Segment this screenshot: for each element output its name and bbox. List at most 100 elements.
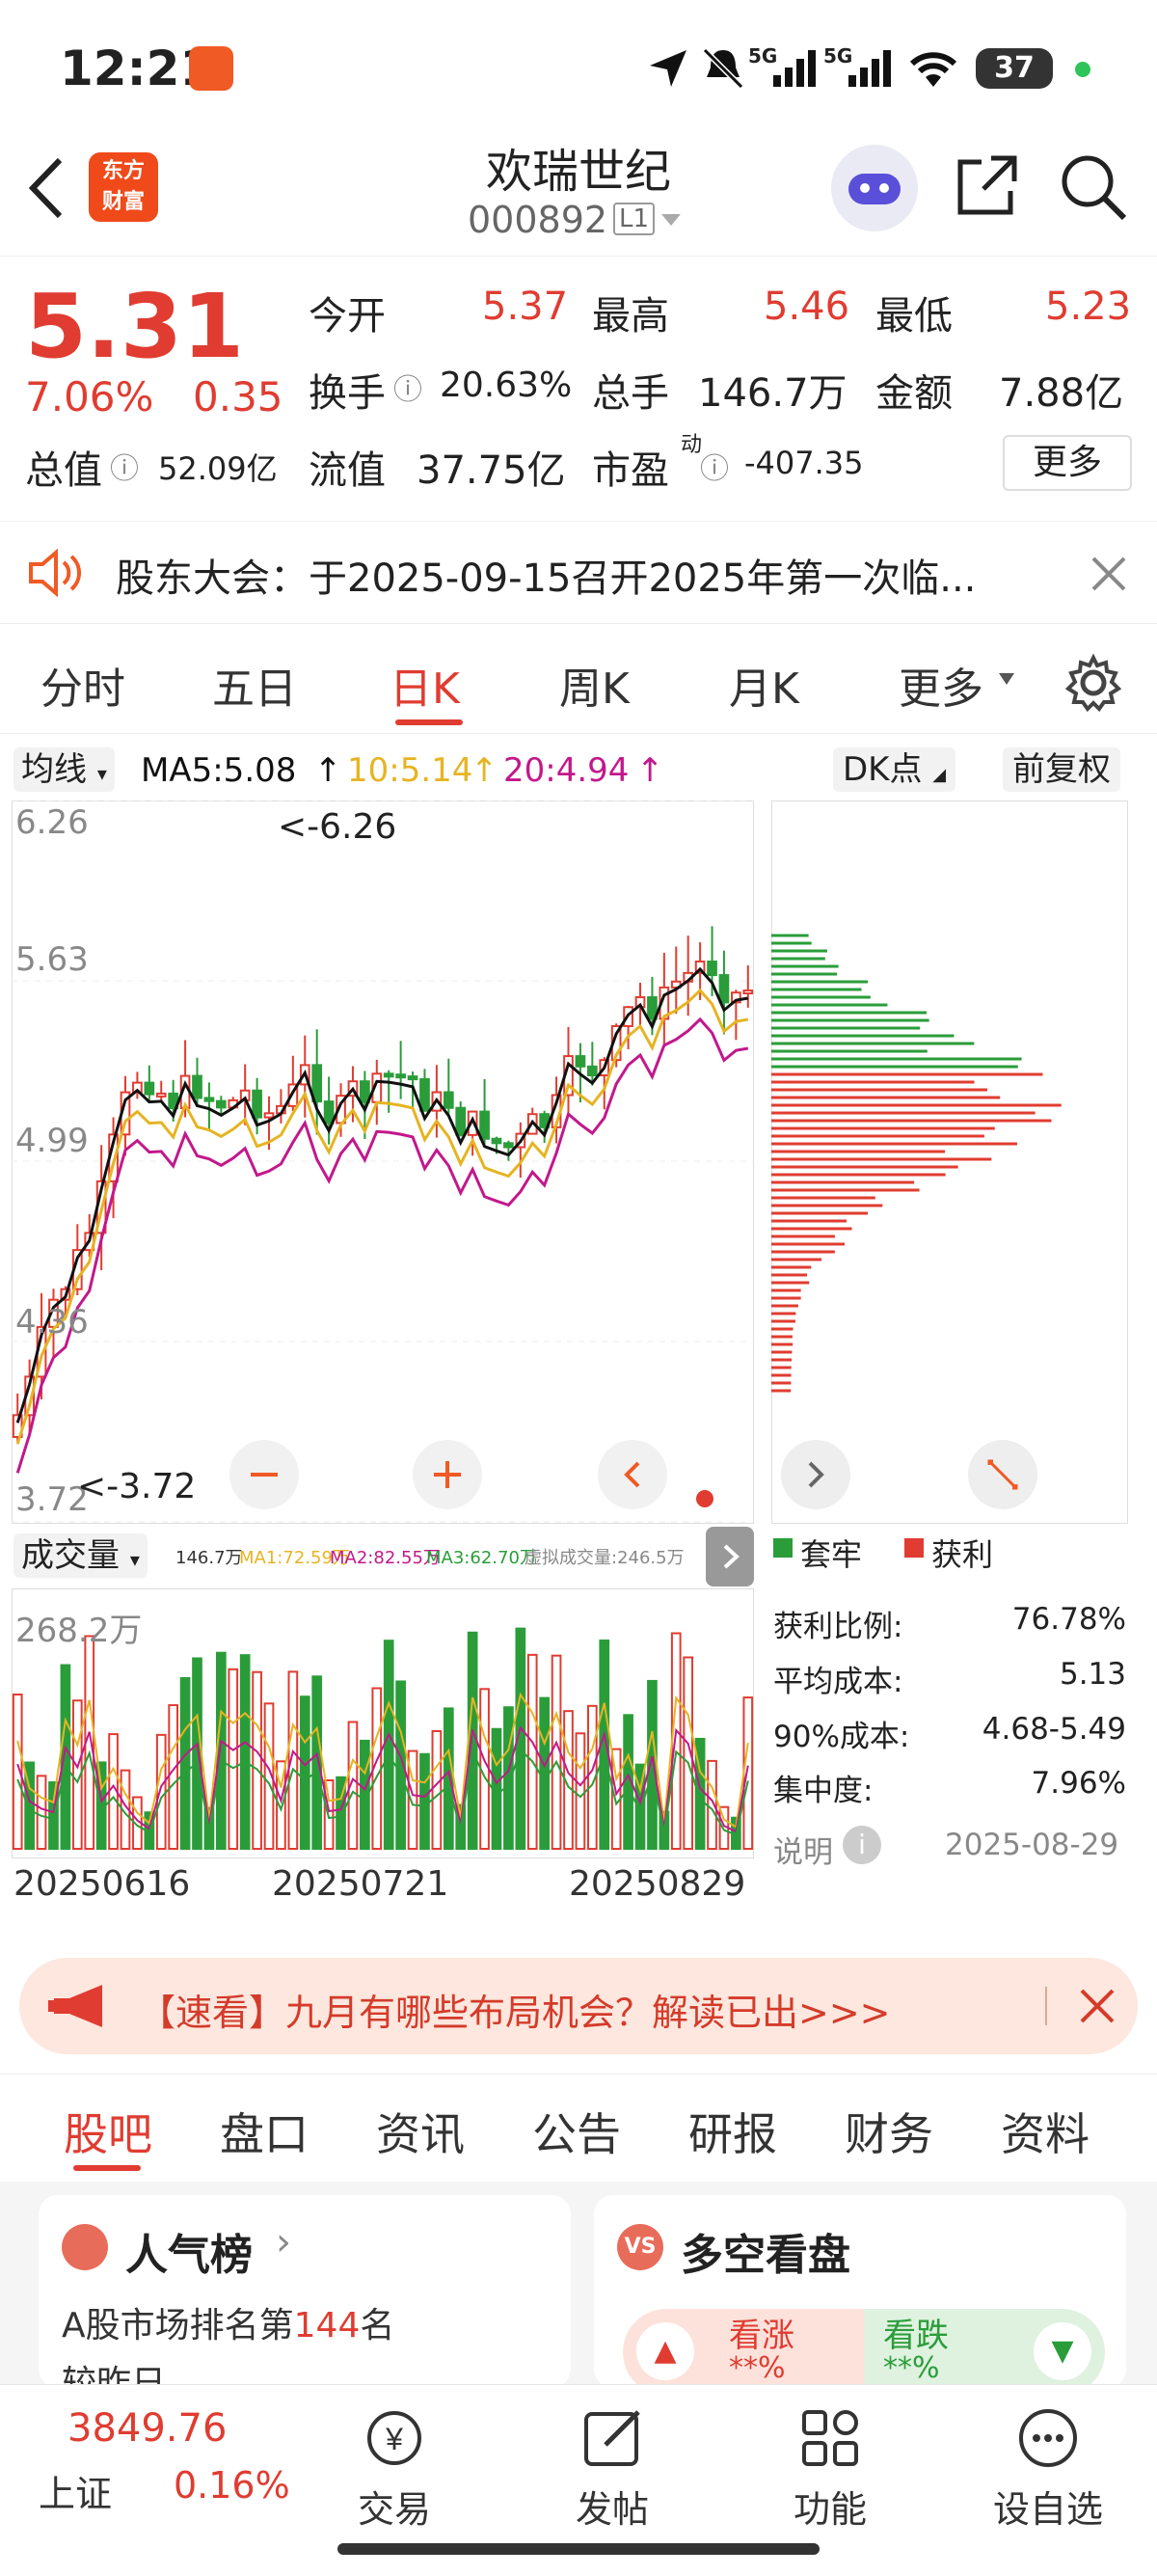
amount-label: 金额: [875, 371, 953, 416]
bottom-nav: 3849.76 上证 0.16% ¥ 交易 发帖 功能 设自选: [0, 2384, 1157, 2576]
promo-banner[interactable]: 【速看】九月有哪些布局机会？解读已出>>>: [19, 1958, 1138, 2054]
candle: [479, 1110, 490, 1140]
volume-legend-virtual: 虚拟成交量:246.5万: [525, 1548, 685, 1568]
signal-icon-2: [848, 50, 891, 87]
tab-weekly-k[interactable]: 周K: [559, 654, 630, 716]
nav-functions[interactable]: 功能: [758, 2404, 902, 2533]
chevron-right-icon: [723, 1544, 740, 1569]
info-icon[interactable]: ⓘ: [393, 366, 422, 408]
more-button[interactable]: 更多: [1003, 435, 1132, 491]
volume-selector[interactable]: 成交量 ▾: [13, 1533, 148, 1578]
volume-bar: [575, 1732, 586, 1850]
chip-expand-button[interactable]: [968, 1440, 1037, 1509]
popularity-card[interactable]: 人气榜 › A股市场排名第144名 较昨日: [39, 2195, 571, 2388]
home-indicator: [337, 2543, 820, 2555]
ma-selector-label: 均线: [21, 750, 87, 789]
nav-add-watchlist[interactable]: 设自选: [976, 2404, 1120, 2533]
open-value: 5.37: [482, 285, 569, 329]
tab-five-day[interactable]: 五日: [212, 654, 297, 716]
notice-bar[interactable]: 股东大会：于2025-09-15召开2025年第一次临...: [0, 521, 1157, 624]
ma5-legend: MA5:5.08: [141, 751, 297, 790]
chip-row-label: 获利比例:: [773, 1610, 903, 1644]
candle: [263, 1112, 275, 1119]
volume-bar: [299, 1695, 310, 1850]
close-icon[interactable]: [1090, 555, 1128, 593]
banner-text: 【速看】九月有哪些布局机会？解读已出>>>: [139, 1992, 891, 2034]
zoom-out-button[interactable]: [229, 1440, 299, 1509]
content-tabs: 股吧 盘口 资讯 公告 研报 财务 资料: [0, 2074, 1157, 2181]
tab-stock-forum[interactable]: 股吧: [64, 2100, 152, 2163]
scroll-left-button[interactable]: [598, 1440, 667, 1509]
tab-news[interactable]: 资讯: [376, 2100, 465, 2163]
tab-announcements[interactable]: 公告: [532, 2100, 621, 2163]
tab-monthly-k[interactable]: 月K: [729, 654, 799, 716]
dk-point-label: DK点: [843, 750, 923, 789]
ma-selector[interactable]: 均线 ▾: [13, 747, 115, 792]
ai-assistant-avatar[interactable]: [831, 145, 918, 231]
volume-bar: [215, 1651, 227, 1850]
sentiment-card[interactable]: VS 多空看盘 ▲ 看涨 **% 看跌 **% ▼: [594, 2195, 1126, 2388]
chip-row-label: 集中度:: [773, 1774, 874, 1808]
volume-bar: [239, 1654, 251, 1850]
chip-prev-button[interactable]: [781, 1440, 850, 1509]
index-name[interactable]: 上证: [39, 2464, 112, 2517]
bear-percent: **%: [883, 2351, 940, 2385]
tab-order-book[interactable]: 盘口: [220, 2100, 309, 2163]
settings-gear-icon[interactable]: [1064, 654, 1122, 712]
adjust-button[interactable]: 前复权: [1003, 747, 1120, 792]
tab-profile[interactable]: 资料: [1001, 2100, 1090, 2163]
nav-trade[interactable]: ¥ 交易: [322, 2404, 467, 2533]
candle: [707, 960, 717, 977]
camera-indicator: [1075, 62, 1090, 77]
volume-value: 146.7万: [698, 371, 848, 416]
info-icon[interactable]: ⓘ: [700, 445, 729, 487]
tab-daily-k[interactable]: 日K: [390, 654, 460, 716]
volume-legend-ma2: MA2:82.55万: [330, 1548, 441, 1568]
chip-row-label: 90%成本:: [773, 1720, 910, 1754]
bull-button[interactable]: ▲ 看涨 **%: [623, 2309, 864, 2388]
info-icon[interactable]: i: [843, 1826, 881, 1864]
kline-chart-area: 均线 ▾ MA5:5.08 ↑ 10:5.14 ↑ 20:4.94 ↑ DK点 …: [0, 738, 1157, 1939]
volume-legend-vol: 146.7万: [175, 1548, 243, 1568]
dk-point-button[interactable]: DK点 ◢: [833, 747, 956, 792]
high-label: 最高: [592, 294, 669, 339]
quote-panel: 5.31 7.06% 0.35 总值 ⓘ 52.09亿 今开 5.37 最高 5…: [0, 256, 1157, 506]
candle: [395, 1073, 406, 1079]
tab-research[interactable]: 研报: [688, 2100, 777, 2163]
chevron-down-icon[interactable]: [659, 210, 683, 230]
candle: [203, 1097, 215, 1102]
index-change[interactable]: 0.16%: [174, 2464, 290, 2507]
period-tabs: 分时 五日 日K 周K 月K 更多: [0, 627, 1157, 734]
volume-bar: [179, 1676, 191, 1851]
y-label-2: 5.63: [15, 940, 89, 979]
volume-bar: [443, 1707, 454, 1850]
candle: [192, 1074, 202, 1099]
index-value[interactable]: 3849.76: [67, 2406, 227, 2451]
nav-post-label: 发帖: [575, 2488, 649, 2531]
bear-button[interactable]: 看跌 **% ▼: [864, 2309, 1105, 2388]
volume-selector-label: 成交量: [21, 1536, 120, 1575]
up-arrow-icon: ↑: [636, 751, 664, 790]
info-icon[interactable]: ⓘ: [110, 445, 139, 487]
nav-post[interactable]: 发帖: [540, 2404, 685, 2533]
search-icon[interactable]: [1059, 152, 1128, 222]
app-notification-icon: [189, 46, 233, 91]
grid-icon: [802, 2410, 858, 2466]
tab-financials[interactable]: 财务: [845, 2100, 933, 2163]
close-icon[interactable]: [1078, 1987, 1117, 2025]
rank-suffix: 名: [360, 2306, 395, 2346]
chip-row-value: 76.78%: [1011, 1602, 1126, 1637]
max-marker: <-6.26: [278, 807, 397, 847]
cards-section: 人气榜 › A股市场排名第144名 较昨日 VS 多空看盘 ▲ 看涨 **% 看…: [0, 2182, 1157, 2388]
volume-bar: [419, 1752, 430, 1850]
sentiment-title: 多空看盘: [681, 2231, 850, 2280]
zoom-in-button[interactable]: [413, 1440, 482, 1509]
share-icon[interactable]: [953, 152, 1020, 220]
tab-more[interactable]: 更多: [899, 654, 983, 716]
active-tab-indicator: [395, 719, 463, 725]
high-value: 5.46: [764, 285, 850, 329]
candlestick-chart[interactable]: [12, 800, 754, 1524]
volume-expand-button[interactable]: [706, 1527, 754, 1586]
tab-intraday[interactable]: 分时: [40, 654, 125, 716]
down-triangle-icon: ▼: [1034, 2322, 1091, 2380]
